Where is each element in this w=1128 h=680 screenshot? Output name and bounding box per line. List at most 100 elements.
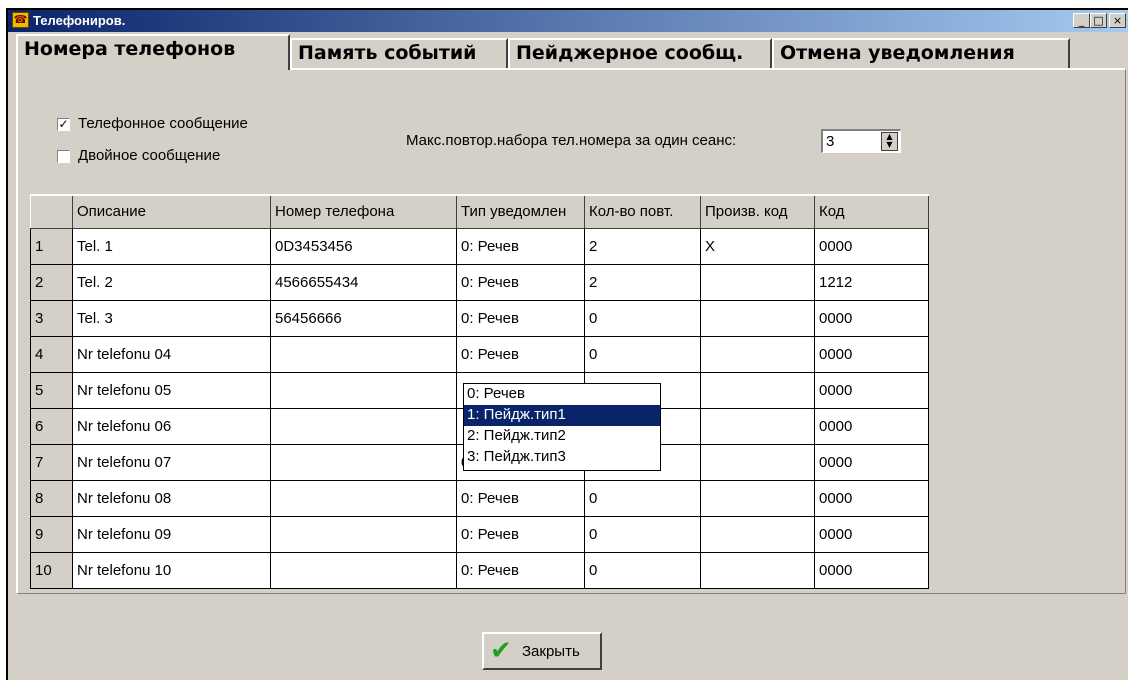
notification-type-dropdown[interactable]: 0: Речев 1: Пейдж.тип1 2: Пейдж.тип2 3: Пей… — [463, 383, 661, 471]
description-cell[interactable]: Tel. 3 — [72, 299, 271, 337]
dropdown-option[interactable]: 3: Пейдж.тип3 — [464, 447, 660, 468]
notification-type-cell[interactable]: 0: Речев — [456, 335, 585, 373]
row-number: 8 — [30, 479, 73, 517]
tab-pager-message[interactable]: Пейджерное сообщ. — [508, 38, 772, 68]
double-message-checkbox[interactable] — [57, 150, 70, 163]
repeat-count-cell[interactable]: 0 — [584, 299, 701, 337]
table-header-row: Описание Номер телефона Тип уведомлен Кол-в… — [30, 194, 929, 229]
repeat-count-cell[interactable]: 0 — [584, 551, 701, 589]
phone-number-cell[interactable] — [270, 551, 457, 589]
phone-number-cell[interactable] — [270, 479, 457, 517]
description-cell[interactable]: Nr telefonu 04 — [72, 335, 271, 373]
title-bar[interactable]: ☎ Телефониров. _ □ × — [8, 10, 1128, 32]
column-header[interactable]: Кол-во повт. — [584, 194, 701, 229]
phone-number-cell[interactable] — [270, 407, 457, 445]
row-number: 3 — [30, 299, 73, 337]
phone-number-cell[interactable] — [270, 371, 457, 409]
custom-code-cell[interactable] — [700, 263, 815, 301]
row-number: 2 — [30, 263, 73, 301]
checkmark-icon: ✔ — [490, 636, 512, 666]
custom-code-cell[interactable]: X — [700, 227, 815, 265]
close-button-label: Закрыть — [522, 643, 580, 660]
row-number: 1 — [30, 227, 73, 265]
table-row: 10 Nr telefonu 10 0: Речев 0 0000 — [30, 551, 929, 589]
table-row: 4 Nr telefonu 04 0: Речев 0 0000 — [30, 335, 929, 373]
column-header[interactable]: Произв. код — [700, 194, 815, 229]
notification-type-cell[interactable]: 0: Речев — [456, 515, 585, 553]
telephoning-window: ☎ Телефониров. _ □ × Номера телефонов Па… — [6, 8, 1128, 680]
description-cell[interactable]: Nr telefonu 07 — [72, 443, 271, 481]
notification-type-cell[interactable]: 0: Речев — [456, 551, 585, 589]
description-cell[interactable]: Nr telefonu 09 — [72, 515, 271, 553]
description-cell[interactable]: Nr telefonu 05 — [72, 371, 271, 409]
code-cell[interactable]: 0000 — [814, 407, 929, 445]
dropdown-option[interactable]: 1: Пейдж.тип1 — [464, 405, 660, 426]
custom-code-cell[interactable] — [700, 515, 815, 553]
code-cell[interactable]: 1212 — [814, 263, 929, 301]
column-header[interactable]: Код — [814, 194, 929, 229]
column-header[interactable]: Описание — [72, 194, 271, 229]
row-number: 6 — [30, 407, 73, 445]
code-cell[interactable]: 0000 — [814, 371, 929, 409]
code-cell[interactable]: 0000 — [814, 551, 929, 589]
phone-number-cell[interactable] — [270, 443, 457, 481]
phone-number-cell[interactable]: 0D3453456 — [270, 227, 457, 265]
close-window-button[interactable]: × — [1109, 13, 1126, 28]
description-cell[interactable]: Nr telefonu 06 — [72, 407, 271, 445]
description-cell[interactable]: Tel. 1 — [72, 227, 271, 265]
description-cell[interactable]: Tel. 2 — [72, 263, 271, 301]
phone-number-cell[interactable]: 4566655434 — [270, 263, 457, 301]
custom-code-cell[interactable] — [700, 443, 815, 481]
description-cell[interactable]: Nr telefonu 10 — [72, 551, 271, 589]
code-cell[interactable]: 0000 — [814, 479, 929, 517]
redial-label: Макс.повтор.набора тел.номера за один се… — [406, 132, 737, 149]
window-title: Телефониров. — [33, 13, 126, 28]
notification-type-cell[interactable]: 0: Речев — [456, 299, 585, 337]
custom-code-cell[interactable] — [700, 479, 815, 517]
notification-type-cell[interactable]: 0: Речев — [456, 479, 585, 517]
table-row: 8 Nr telefonu 08 0: Речев 0 0000 — [30, 479, 929, 517]
dropdown-option[interactable]: 2: Пейдж.тип2 — [464, 426, 660, 447]
row-number: 7 — [30, 443, 73, 481]
notification-type-cell[interactable]: 0: Речев — [456, 227, 585, 265]
phone-number-cell[interactable] — [270, 335, 457, 373]
custom-code-cell[interactable] — [700, 551, 815, 589]
column-header[interactable]: Номер телефона — [270, 194, 457, 229]
phone-number-cell[interactable] — [270, 515, 457, 553]
close-button[interactable]: ✔ Закрыть — [482, 632, 602, 670]
dropdown-option[interactable]: 0: Речев — [464, 384, 660, 405]
column-header[interactable]: Тип уведомлен — [456, 194, 585, 229]
code-cell[interactable]: 0000 — [814, 443, 929, 481]
maximize-button[interactable]: □ — [1090, 13, 1107, 28]
minimize-button[interactable]: _ — [1073, 13, 1090, 28]
spinner-arrows-icon[interactable]: ▲ ▼ — [881, 132, 898, 151]
row-number: 5 — [30, 371, 73, 409]
tab-cancel-notification[interactable]: Отмена уведомления — [772, 38, 1070, 68]
custom-code-cell[interactable] — [700, 335, 815, 373]
row-number: 9 — [30, 515, 73, 553]
redial-count-spinner[interactable]: 3 ▲ ▼ — [821, 129, 901, 153]
table-row: 2 Tel. 2 4566655434 0: Речев 2 1212 — [30, 263, 929, 301]
tab-phone-numbers[interactable]: Номера телефонов — [16, 34, 290, 70]
phone-message-checkbox[interactable]: ✓ — [57, 118, 70, 131]
code-cell[interactable]: 0000 — [814, 515, 929, 553]
repeat-count-cell[interactable]: 2 — [584, 227, 701, 265]
column-header — [30, 194, 73, 229]
custom-code-cell[interactable] — [700, 371, 815, 409]
code-cell[interactable]: 0000 — [814, 227, 929, 265]
double-message-label: Двойное сообщение — [78, 147, 221, 164]
repeat-count-cell[interactable]: 0 — [584, 479, 701, 517]
telephone-icon: ☎ — [12, 12, 29, 28]
custom-code-cell[interactable] — [700, 407, 815, 445]
table-row: 1 Tel. 1 0D3453456 0: Речев 2 X 0000 — [30, 227, 929, 265]
repeat-count-cell[interactable]: 0 — [584, 515, 701, 553]
tab-event-memory[interactable]: Память событий — [290, 38, 508, 68]
code-cell[interactable]: 0000 — [814, 335, 929, 373]
repeat-count-cell[interactable]: 0 — [584, 335, 701, 373]
code-cell[interactable]: 0000 — [814, 299, 929, 337]
notification-type-cell[interactable]: 0: Речев — [456, 263, 585, 301]
repeat-count-cell[interactable]: 2 — [584, 263, 701, 301]
description-cell[interactable]: Nr telefonu 08 — [72, 479, 271, 517]
custom-code-cell[interactable] — [700, 299, 815, 337]
phone-number-cell[interactable]: 56456666 — [270, 299, 457, 337]
